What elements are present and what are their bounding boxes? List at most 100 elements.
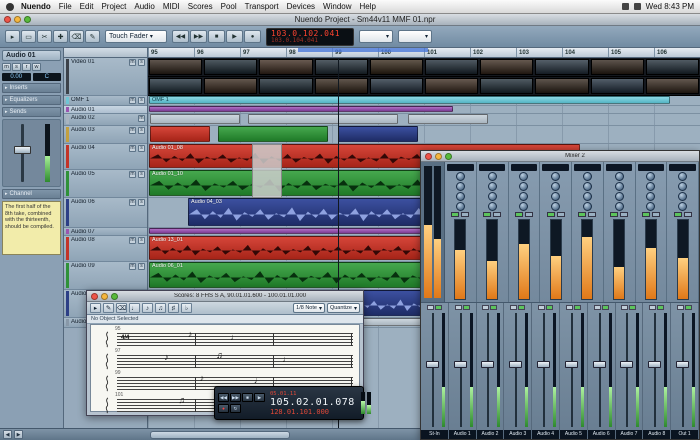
score-tool-icon[interactable]: ♭ xyxy=(181,303,192,313)
transport-time-secondary[interactable]: 128.01.101.000 xyxy=(270,408,329,416)
mute-button[interactable]: m xyxy=(129,59,136,66)
channel-fader[interactable] xyxy=(648,360,662,368)
monitor-button[interactable] xyxy=(483,212,492,217)
mute-button[interactable] xyxy=(454,305,462,310)
quantize-select[interactable]: Quantize ▾ xyxy=(326,303,360,313)
solo-button[interactable] xyxy=(657,305,665,310)
send-knob[interactable] xyxy=(646,202,656,211)
edit-button[interactable] xyxy=(493,212,502,217)
mute-button[interactable]: m xyxy=(138,115,145,122)
channel-fader[interactable] xyxy=(536,360,550,368)
mute-button[interactable] xyxy=(565,305,573,310)
eq-knob[interactable] xyxy=(487,192,497,201)
solo-button[interactable] xyxy=(490,305,498,310)
mute-button[interactable] xyxy=(426,305,434,310)
zoom-button[interactable] xyxy=(24,16,31,23)
zoom-button[interactable] xyxy=(111,292,118,300)
close-button[interactable] xyxy=(4,16,11,23)
mixer-fader-strip[interactable]: Audio 5 xyxy=(559,303,588,439)
inspector-section-equalizers[interactable]: ▸ Equalizers xyxy=(2,95,61,105)
mute-button[interactable]: m xyxy=(129,145,136,152)
edit-button[interactable] xyxy=(524,212,533,217)
mixer-channel-strip[interactable] xyxy=(635,162,668,302)
audio-clip[interactable] xyxy=(149,106,453,112)
monitor-button[interactable] xyxy=(673,212,682,217)
solo-button[interactable]: s xyxy=(138,263,145,270)
edit-button[interactable] xyxy=(683,212,692,217)
score-titlebar[interactable]: Scores: 8 FHS S A, 90.01.01.600 - 100.01… xyxy=(87,291,363,302)
channel-fader[interactable] xyxy=(620,360,634,368)
selection-range[interactable] xyxy=(252,144,282,198)
edit-button[interactable] xyxy=(588,212,597,217)
note[interactable]: ♫ xyxy=(216,351,223,360)
edit-button[interactable] xyxy=(620,212,629,217)
track-row[interactable]: Video 01 m s xyxy=(64,58,147,96)
eq-knob[interactable] xyxy=(455,192,465,201)
eq-knob[interactable] xyxy=(646,172,656,181)
monitor-button[interactable] xyxy=(610,212,619,217)
track-row[interactable]: Audio 05 m s xyxy=(64,170,147,198)
transport-button[interactable]: ▶▶ xyxy=(190,30,207,43)
track-row[interactable]: Audio 02 m xyxy=(64,114,147,126)
solo-button[interactable]: s xyxy=(138,145,145,152)
volume-menu-icon[interactable] xyxy=(621,3,629,10)
tool-button[interactable]: ▸ xyxy=(5,30,20,43)
solo-button[interactable] xyxy=(546,305,554,310)
pan-value[interactable]: C xyxy=(32,73,61,81)
minimize-button[interactable] xyxy=(101,292,108,300)
solo-button[interactable] xyxy=(462,305,470,310)
video-frame[interactable] xyxy=(259,78,313,94)
menu-item[interactable]: Help xyxy=(360,2,376,11)
eq-knob[interactable] xyxy=(614,192,624,201)
track-row[interactable]: Audio 06 m s xyxy=(64,198,147,228)
mute-button[interactable] xyxy=(593,305,601,310)
track-row[interactable]: OMF 1ms xyxy=(64,96,147,106)
mixer-fader-strip[interactable]: Audio 3 xyxy=(504,303,533,439)
score-tool-icon[interactable]: ♪ xyxy=(142,303,153,313)
note[interactable]: ♫ xyxy=(178,396,185,405)
video-frame[interactable] xyxy=(480,78,534,94)
video-frame[interactable] xyxy=(149,59,203,75)
eq-knob[interactable] xyxy=(678,182,688,191)
video-frame[interactable] xyxy=(369,59,424,75)
audio-clip[interactable] xyxy=(150,114,240,124)
eq-knob[interactable] xyxy=(614,182,624,191)
cycle-region[interactable] xyxy=(298,48,428,52)
menu-item[interactable]: Edit xyxy=(80,2,94,11)
transport-button[interactable]: ■ xyxy=(208,30,225,43)
score-tool-icon[interactable]: ⌫ xyxy=(116,303,127,313)
mixer-channel-strip[interactable] xyxy=(508,162,541,302)
mute-button[interactable] xyxy=(677,305,685,310)
mute-button[interactable] xyxy=(538,305,546,310)
track-row[interactable]: Audio 04 m s xyxy=(64,144,147,170)
inspector-section-inserts[interactable]: ▸ Inserts xyxy=(2,83,61,93)
audio-clip[interactable]: OMF 1 xyxy=(149,96,670,104)
close-button[interactable] xyxy=(91,292,98,300)
mixer-fader-strip[interactable]: Audio 7 xyxy=(615,303,644,439)
audio-clip[interactable] xyxy=(338,126,418,142)
mixer-channel-strip[interactable] xyxy=(540,162,572,302)
record-button[interactable]: ● xyxy=(218,404,229,413)
mixer-fader-strip[interactable]: St-In xyxy=(421,303,449,439)
score-tool-icon[interactable]: ♫ xyxy=(155,303,166,313)
mixer-fader-strip[interactable]: Out 1 xyxy=(671,303,699,439)
routing-display[interactable] xyxy=(478,164,506,171)
mixer-fader-strip[interactable]: Audio 1 xyxy=(448,303,477,439)
track-row[interactable]: Audio 08 m s xyxy=(64,236,147,262)
note[interactable]: ♪ xyxy=(188,330,193,339)
menu-item[interactable]: Project xyxy=(101,2,126,11)
note[interactable]: ♪ xyxy=(200,374,205,383)
notepad[interactable]: The first half of the 8th take, combined… xyxy=(2,201,61,255)
monitor-button[interactable] xyxy=(514,212,523,217)
audio-clip[interactable] xyxy=(150,126,210,142)
eq-knob[interactable] xyxy=(678,192,688,201)
audio-clip[interactable] xyxy=(408,114,488,124)
channel-fader[interactable] xyxy=(425,360,439,368)
solo-button[interactable] xyxy=(573,305,581,310)
channel-fader[interactable] xyxy=(509,360,523,368)
eq-knob[interactable] xyxy=(487,182,497,191)
video-frame[interactable] xyxy=(314,59,368,75)
send-knob[interactable] xyxy=(614,202,624,211)
monitor-button[interactable] xyxy=(546,212,555,217)
read-automation-button[interactable]: r xyxy=(22,63,31,71)
